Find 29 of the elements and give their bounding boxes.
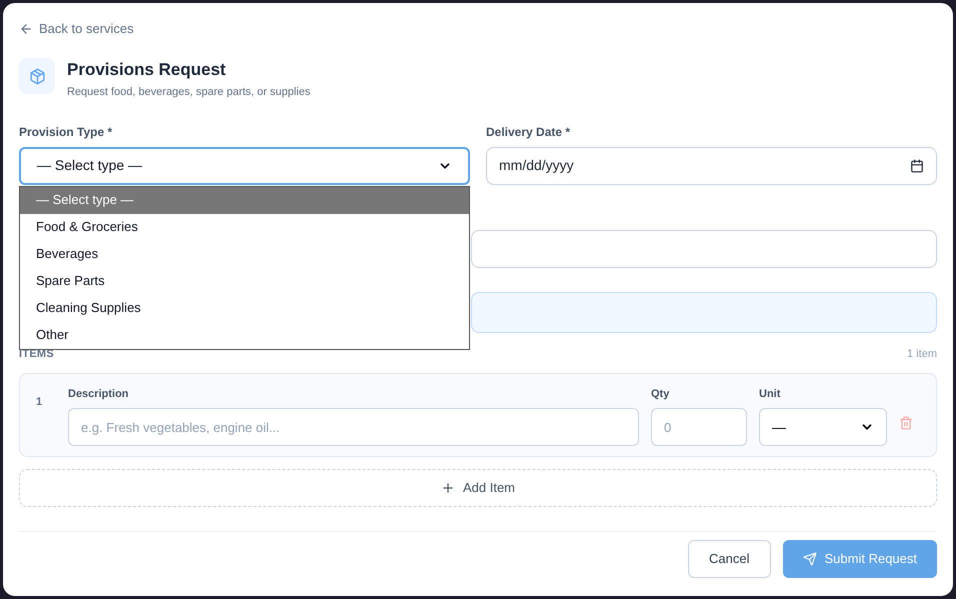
column-label: Description [68, 386, 130, 402]
calendar-icon [910, 158, 924, 172]
field-label: Provision Type * [19, 124, 114, 140]
dialog-subtitle: Request food, beverages, spare parts, or supplies [67, 85, 310, 100]
dialog-title: Provisions Request [67, 59, 227, 81]
plus-icon [440, 480, 455, 494]
item-count: 1 item [907, 347, 937, 362]
back-link[interactable]: Back to services [19, 19, 134, 39]
unit-select[interactable]: — [759, 408, 887, 446]
dropdown-option[interactable]: — Select type — [20, 186, 469, 214]
row-number: 1 [36, 394, 44, 410]
text-field[interactable] [471, 230, 937, 268]
column-label: Unit [759, 386, 782, 402]
dropdown-option[interactable]: Beverages [20, 240, 469, 268]
date-field[interactable]: mm/dd/yyyy [486, 146, 937, 184]
send-icon [802, 552, 816, 566]
provision-type-select[interactable]: — Select type — [19, 146, 470, 184]
dropdown-option[interactable]: Other [20, 322, 469, 348]
dropdown-option[interactable]: Food & Groceries [20, 214, 469, 240]
description-field[interactable]: e.g. Fresh vegetables, engine oil... [68, 408, 639, 446]
delete-button[interactable] [899, 416, 913, 430]
dropdown-option[interactable]: Cleaning Supplies [20, 294, 469, 322]
qty-field[interactable]: 0 [651, 408, 747, 446]
package-icon [19, 58, 55, 94]
cancel-button[interactable]: Cancel [688, 540, 770, 578]
column-label: Qty [651, 386, 670, 402]
field-label: Delivery Date * [486, 124, 572, 140]
dropdown-option[interactable]: Spare Parts [20, 268, 469, 294]
add-item-button[interactable]: Add Item [19, 468, 937, 506]
